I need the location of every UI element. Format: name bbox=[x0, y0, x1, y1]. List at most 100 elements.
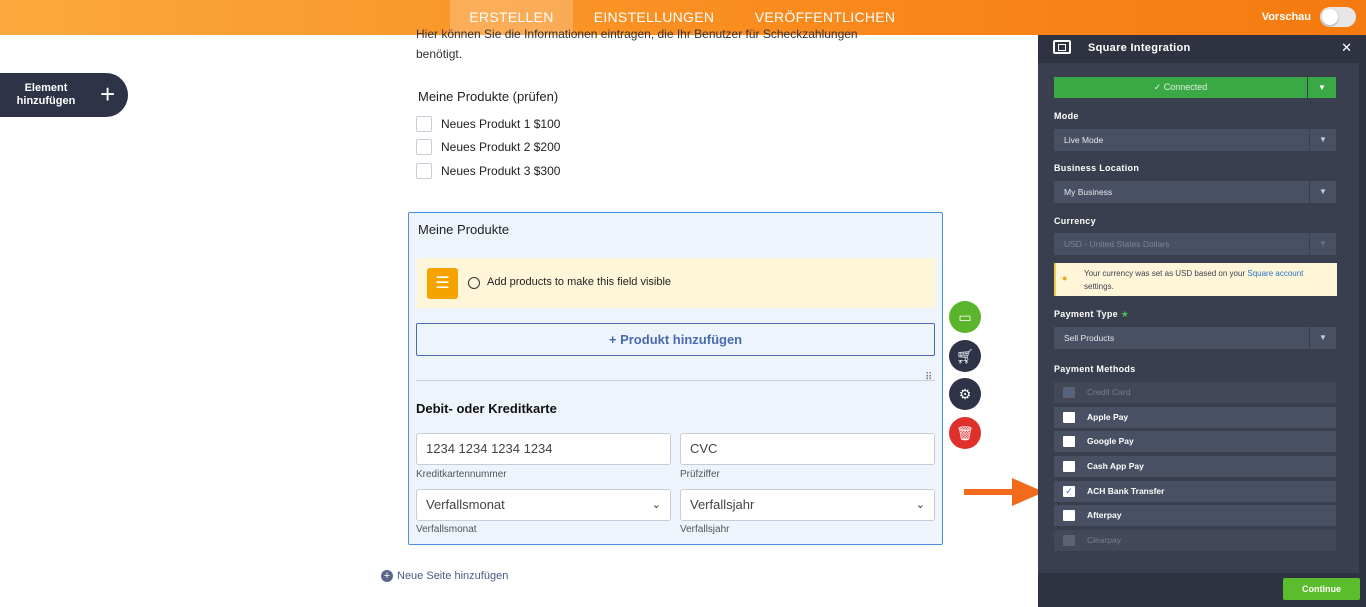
checkbox bbox=[1063, 535, 1075, 546]
square-account-link[interactable]: Square account bbox=[1247, 269, 1303, 278]
panel-header: Square Integration ✕ bbox=[1038, 35, 1366, 63]
preview-label: Vorschau bbox=[1261, 11, 1311, 23]
mode-select[interactable]: Live Mode bbox=[1054, 129, 1309, 151]
checkbox[interactable] bbox=[416, 116, 432, 132]
preview-toggle[interactable] bbox=[1320, 7, 1356, 27]
checkbox[interactable] bbox=[1063, 461, 1075, 472]
payment-method-google-pay[interactable]: Google Pay bbox=[1054, 431, 1336, 452]
product-checkbox-row[interactable]: Neues Produkt 3 $300 bbox=[416, 162, 560, 180]
checkbox: ✓ bbox=[1063, 387, 1075, 398]
drag-handle-icon[interactable]: ⠿ bbox=[925, 372, 932, 383]
payment-method-label: Apple Pay bbox=[1087, 412, 1129, 422]
payment-method-clearpay: Clearpay bbox=[1054, 530, 1336, 551]
payment-method-label: Afterpay bbox=[1087, 510, 1122, 520]
notice-text: Add products to make this field visible bbox=[487, 276, 672, 288]
currency-info-post: settings. bbox=[1084, 282, 1114, 291]
chevron-down-icon: ⌄ bbox=[915, 499, 925, 511]
product-field-title: Meine Produkte bbox=[418, 222, 510, 237]
gear-icon: ⚙ bbox=[958, 386, 972, 402]
settings-button[interactable]: ⚙ bbox=[949, 378, 981, 410]
checkbox[interactable] bbox=[416, 163, 432, 179]
toggle-knob bbox=[1322, 9, 1338, 25]
product-checkbox-row[interactable]: Neues Produkt 2 $200 bbox=[416, 138, 560, 156]
business-location-select[interactable]: My Business bbox=[1054, 181, 1309, 203]
expiry-year-label: Verfallsjahr bbox=[680, 524, 730, 535]
mode-label: Mode bbox=[1054, 111, 1079, 121]
payment-methods-label: Payment Methods bbox=[1054, 364, 1136, 374]
payment-method-apple-pay[interactable]: Apple Pay bbox=[1054, 407, 1336, 428]
cvc-label: Prüfziffer bbox=[680, 469, 720, 480]
card-number-input[interactable]: 1234 1234 1234 1234 bbox=[416, 433, 671, 465]
checkbox[interactable] bbox=[1063, 510, 1075, 521]
currency-label: Currency bbox=[1054, 216, 1096, 226]
payment-method-label: ACH Bank Transfer bbox=[1087, 486, 1165, 496]
currency-select: USD - United States Dollars bbox=[1054, 233, 1309, 255]
list-icon: ☰ bbox=[427, 268, 458, 299]
payment-method-label: Google Pay bbox=[1087, 436, 1134, 446]
payment-title: Debit- oder Kreditkarte bbox=[416, 401, 557, 416]
info-icon: ● bbox=[1062, 273, 1068, 283]
panel-title: Square Integration bbox=[1088, 42, 1191, 54]
check-products-title: Meine Produkte (prüfen) bbox=[418, 89, 559, 104]
plus-circle-icon: + bbox=[381, 570, 393, 582]
add-new-page-link[interactable]: + Neue Seite hinzufügen bbox=[381, 570, 508, 582]
products-button[interactable]: 🛒︎ bbox=[949, 340, 981, 372]
payment-method-afterpay[interactable]: Afterpay bbox=[1054, 505, 1336, 526]
checkbox[interactable] bbox=[1063, 412, 1075, 423]
payment-method-ach-bank-transfer[interactable]: ✓ ACH Bank Transfer bbox=[1054, 481, 1336, 502]
cvc-input[interactable]: CVC bbox=[680, 433, 935, 465]
product-checkbox-label: Neues Produkt 2 $200 bbox=[441, 140, 561, 154]
currency-info-box: ● Your currency was set as USD based on … bbox=[1054, 263, 1337, 296]
card-number-label: Kreditkartennummer bbox=[416, 469, 507, 480]
payment-settings-button[interactable]: ▭ bbox=[949, 301, 981, 333]
chevron-down-icon[interactable]: ▼ bbox=[1310, 181, 1336, 203]
square-logo-icon bbox=[1053, 40, 1071, 54]
add-product-button[interactable]: + Produkt hinzufügen bbox=[416, 323, 935, 356]
product-checkbox-row[interactable]: Neues Produkt 1 $100 bbox=[416, 115, 560, 133]
currency-info-text: Your currency was set as USD based on yo… bbox=[1084, 267, 1334, 293]
payment-type-label: Payment Type ★ bbox=[1054, 309, 1129, 320]
arrow-annotation-icon bbox=[964, 478, 1044, 506]
close-icon[interactable]: ✕ bbox=[1341, 40, 1352, 56]
payment-method-credit-card: ✓ Credit Card bbox=[1054, 382, 1336, 403]
plus-icon: + bbox=[100, 79, 116, 109]
radio-icon bbox=[468, 277, 480, 289]
cart-icon: 🛒︎ bbox=[956, 348, 974, 364]
chevron-down-icon: ▼ bbox=[1310, 233, 1336, 255]
expiry-month-value: Verfallsmonat bbox=[426, 497, 505, 512]
payment-method-label: Cash App Pay bbox=[1087, 461, 1144, 471]
card-icon: ▭ bbox=[958, 309, 972, 325]
expiry-month-select[interactable]: Verfallsmonat ⌄ bbox=[416, 489, 671, 521]
intro-text: Hier können Sie die Informationen eintra… bbox=[416, 27, 858, 61]
currency-info-pre: Your currency was set as USD based on yo… bbox=[1084, 269, 1246, 278]
chevron-down-icon[interactable]: ▼ bbox=[1308, 77, 1336, 98]
product-checkbox-label: Neues Produkt 3 $300 bbox=[441, 164, 561, 178]
delete-button[interactable]: 🗑︎ bbox=[949, 417, 981, 449]
add-element-label: Element hinzufügen bbox=[16, 82, 76, 107]
chevron-down-icon[interactable]: ▼ bbox=[1310, 129, 1336, 151]
checkbox[interactable] bbox=[416, 139, 432, 155]
payment-type-select[interactable]: Sell Products bbox=[1054, 327, 1309, 349]
star-icon: ★ bbox=[1120, 309, 1130, 319]
checkbox[interactable] bbox=[1063, 436, 1075, 447]
chevron-down-icon[interactable]: ▼ bbox=[1310, 327, 1336, 349]
add-element-button[interactable]: Element hinzufügen + bbox=[0, 73, 128, 117]
chevron-down-icon: ⌄ bbox=[651, 499, 661, 511]
expiry-year-value: Verfallsjahr bbox=[690, 497, 755, 512]
payment-method-cash-app-pay[interactable]: Cash App Pay bbox=[1054, 456, 1336, 477]
product-checkbox-label: Neues Produkt 1 $100 bbox=[441, 117, 561, 131]
products-notice: ☰ Add products to make this field visibl… bbox=[417, 258, 935, 308]
panel-scrollbar[interactable] bbox=[1359, 63, 1366, 573]
connected-button[interactable]: ✓ Connected bbox=[1054, 77, 1307, 98]
payment-type-label-text: Payment Type bbox=[1054, 309, 1118, 319]
expiry-year-select[interactable]: Verfallsjahr ⌄ bbox=[680, 489, 935, 521]
divider bbox=[416, 380, 935, 381]
payment-method-label: Clearpay bbox=[1087, 535, 1122, 545]
continue-button[interactable]: Continue bbox=[1283, 578, 1360, 600]
payment-method-label: Credit Card bbox=[1087, 387, 1131, 397]
trash-icon: 🗑︎ bbox=[956, 425, 974, 441]
square-integration-panel: Square Integration ✕ ✓ Connected ▼ Mode … bbox=[1038, 35, 1366, 607]
business-location-label: Business Location bbox=[1054, 163, 1140, 173]
product-payment-field[interactable]: Meine Produkte ☰ Add products to make th… bbox=[408, 212, 943, 545]
checkbox[interactable]: ✓ bbox=[1063, 486, 1075, 497]
